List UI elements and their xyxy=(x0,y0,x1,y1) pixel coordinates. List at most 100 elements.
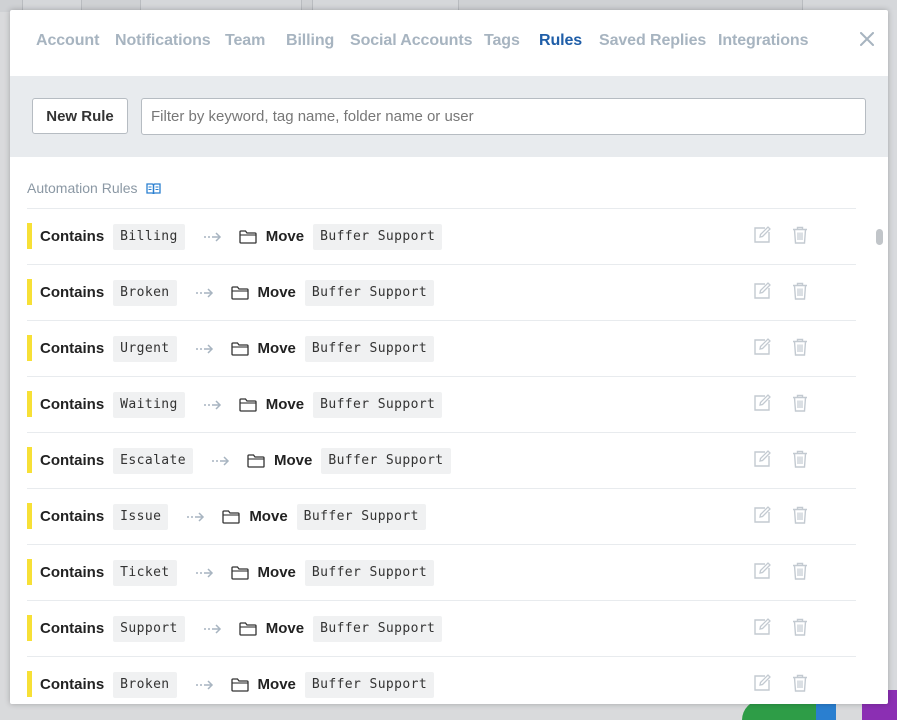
rule-action: Move xyxy=(257,676,296,693)
folder-icon xyxy=(230,341,249,356)
edit-icon[interactable] xyxy=(753,562,771,580)
edit-icon[interactable] xyxy=(753,394,771,412)
rule-keyword: Issue xyxy=(113,503,169,530)
book-icon[interactable] xyxy=(145,182,161,195)
rule-actions xyxy=(753,282,808,300)
close-icon[interactable] xyxy=(858,30,876,48)
rule-folder: Buffer Support xyxy=(304,671,435,698)
rule-row: Contains Escalate Move Buffer Support xyxy=(27,433,856,489)
tab-tags[interactable]: Tags xyxy=(484,32,520,50)
tab-rules[interactable]: Rules xyxy=(539,32,582,50)
rule-condition: Contains xyxy=(40,452,105,469)
rule-marker xyxy=(27,447,32,473)
settings-tabs: Account Notifications Team Billing Socia… xyxy=(10,10,888,76)
tab-integrations[interactable]: Integrations xyxy=(718,32,808,50)
rule-action: Move xyxy=(257,340,296,357)
rule-keyword: Escalate xyxy=(113,447,193,474)
arrow-right-icon xyxy=(203,399,221,410)
rule-row: Contains Support Move Buffer Support xyxy=(27,601,856,657)
folder-icon xyxy=(222,509,240,524)
rule-actions xyxy=(753,562,808,580)
rule-keyword: Ticket xyxy=(113,559,177,586)
tab-account[interactable]: Account xyxy=(36,32,99,50)
arrow-right-icon xyxy=(195,343,213,354)
arrow-right-icon xyxy=(195,287,213,298)
tab-social-accounts[interactable]: Social Accounts xyxy=(350,32,472,50)
trash-icon[interactable] xyxy=(792,674,808,692)
rule-condition: Contains xyxy=(40,340,105,357)
edit-icon[interactable] xyxy=(753,338,771,356)
rule-row: Contains Urgent Move Buffer Support xyxy=(27,321,856,377)
trash-icon[interactable] xyxy=(792,394,808,412)
trash-icon[interactable] xyxy=(792,226,808,244)
rule-action: Move xyxy=(265,620,305,637)
rule-marker xyxy=(27,223,32,249)
edit-icon[interactable] xyxy=(753,450,771,468)
rule-keyword: Urgent xyxy=(113,335,177,362)
arrow-right-icon xyxy=(203,623,221,634)
rule-action: Move xyxy=(249,508,288,525)
rule-marker xyxy=(27,615,32,641)
trash-icon[interactable] xyxy=(792,562,808,580)
rule-folder: Buffer Support xyxy=(313,391,443,418)
edit-icon[interactable] xyxy=(753,506,771,524)
rule-actions xyxy=(753,674,808,692)
rule-actions xyxy=(753,226,808,244)
rule-condition: Contains xyxy=(40,508,105,525)
rule-row: Contains Broken Move Buffer Support xyxy=(27,657,856,704)
rule-actions xyxy=(753,450,808,468)
rule-action: Move xyxy=(257,564,296,581)
rule-keyword: Broken xyxy=(113,279,177,306)
rule-folder: Buffer Support xyxy=(321,447,451,474)
rule-keyword: Broken xyxy=(113,671,177,698)
folder-icon xyxy=(239,621,257,636)
folder-icon xyxy=(239,397,257,412)
trash-icon[interactable] xyxy=(792,506,808,524)
edit-icon[interactable] xyxy=(753,226,771,244)
rule-keyword: Waiting xyxy=(113,391,185,418)
arrow-right-icon xyxy=(203,231,221,242)
folder-icon xyxy=(230,677,249,692)
scroll-thumb[interactable] xyxy=(876,229,883,245)
trash-icon[interactable] xyxy=(792,450,808,468)
edit-icon[interactable] xyxy=(753,282,771,300)
tab-notifications[interactable]: Notifications xyxy=(115,32,211,50)
folder-icon xyxy=(230,565,249,580)
rule-marker xyxy=(27,279,32,305)
rule-marker xyxy=(27,559,32,585)
rule-marker xyxy=(27,503,32,529)
tab-saved-replies[interactable]: Saved Replies xyxy=(599,32,706,50)
rule-folder: Buffer Support xyxy=(304,335,435,362)
rule-actions xyxy=(753,618,808,636)
rules-list: Contains Billing Move Buffer Support Con… xyxy=(27,208,856,704)
rule-actions xyxy=(753,394,808,412)
rule-condition: Contains xyxy=(40,564,105,581)
tab-billing[interactable]: Billing xyxy=(286,32,334,50)
rule-keyword: Support xyxy=(113,615,185,642)
rule-folder: Buffer Support xyxy=(313,223,443,250)
new-rule-button[interactable]: New Rule xyxy=(32,98,128,134)
rule-marker xyxy=(27,671,32,697)
rule-row: Contains Ticket Move Buffer Support xyxy=(27,545,856,601)
rule-condition: Contains xyxy=(40,228,105,245)
trash-icon[interactable] xyxy=(792,338,808,356)
rule-row: Contains Broken Move Buffer Support xyxy=(27,265,856,321)
arrow-right-icon xyxy=(195,679,213,690)
folder-icon xyxy=(247,453,265,468)
automation-rules-heading: Automation Rules xyxy=(27,180,138,196)
rule-condition: Contains xyxy=(40,396,105,413)
tab-team[interactable]: Team xyxy=(225,32,265,50)
trash-icon[interactable] xyxy=(792,618,808,636)
rules-scrollbar[interactable] xyxy=(876,208,884,704)
rule-marker xyxy=(27,335,32,361)
rule-condition: Contains xyxy=(40,676,105,693)
filter-input[interactable] xyxy=(141,98,866,135)
folder-icon xyxy=(230,285,249,300)
trash-icon[interactable] xyxy=(792,282,808,300)
rule-actions xyxy=(753,338,808,356)
arrow-right-icon xyxy=(212,455,230,466)
settings-modal: Account Notifications Team Billing Socia… xyxy=(10,10,888,704)
edit-icon[interactable] xyxy=(753,618,771,636)
edit-icon[interactable] xyxy=(753,674,771,692)
rule-marker xyxy=(27,391,32,417)
